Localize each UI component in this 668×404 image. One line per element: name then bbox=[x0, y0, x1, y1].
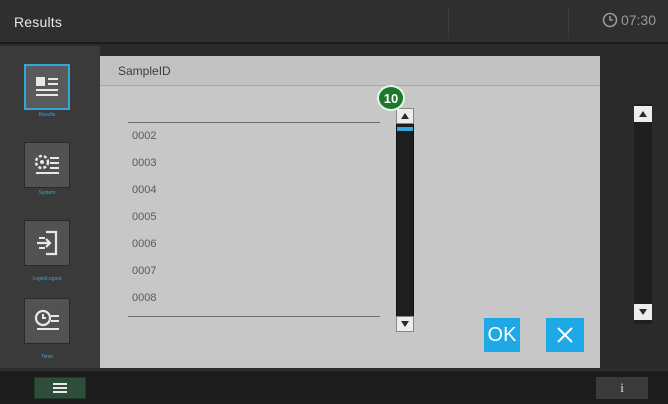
list-bottom-rule bbox=[128, 316, 380, 317]
menu-button[interactable] bbox=[34, 377, 86, 399]
triangle-up-icon bbox=[401, 113, 409, 119]
list-scroll-up-button[interactable] bbox=[396, 108, 414, 124]
menu-icon bbox=[53, 383, 67, 393]
page-scroll-up-button[interactable] bbox=[634, 106, 652, 122]
sidebar-item-system[interactable]: System bbox=[24, 142, 70, 196]
close-icon bbox=[557, 327, 573, 343]
sidebar-label-login-logout: Login/Logout bbox=[32, 276, 62, 282]
page-scroll-down-button[interactable] bbox=[634, 304, 652, 320]
sidebar-item-timer[interactable]: Timer bbox=[24, 298, 70, 360]
clock-icon bbox=[602, 12, 618, 28]
list-item[interactable]: 0008 bbox=[132, 292, 156, 304]
sidebar-label-system: System bbox=[38, 190, 56, 196]
results-list-icon bbox=[36, 77, 58, 96]
list-scrollbar-thumb[interactable] bbox=[397, 127, 413, 131]
cancel-button[interactable] bbox=[546, 318, 584, 352]
sidebar-button-results[interactable] bbox=[24, 64, 70, 110]
list-top-rule bbox=[128, 122, 380, 123]
sidebar-item-results[interactable]: Results bbox=[24, 64, 70, 118]
system-settings-icon bbox=[34, 154, 59, 174]
clock-time: 07:30 bbox=[620, 12, 656, 28]
sidebar: Results System Login/Logout Timer bbox=[0, 46, 100, 368]
window-title: Results bbox=[14, 14, 63, 30]
triangle-down-icon bbox=[401, 321, 409, 327]
sidebar-item-login-logout[interactable]: Login/Logout bbox=[24, 220, 70, 282]
sidebar-button-login-logout[interactable] bbox=[24, 220, 70, 266]
list-item[interactable]: 0007 bbox=[132, 265, 156, 277]
triangle-up-icon bbox=[639, 111, 647, 117]
sidebar-label-timer: Timer bbox=[40, 354, 54, 360]
sampleid-dialog: SampleID 0002 0003 0004 0005 0006 0007 0… bbox=[100, 56, 600, 368]
info-button[interactable]: i bbox=[596, 377, 648, 399]
callout-badge: 10 bbox=[377, 85, 405, 111]
list-item[interactable]: 0002 bbox=[132, 130, 156, 142]
title-divider bbox=[448, 6, 449, 38]
ok-button[interactable]: OK bbox=[484, 318, 520, 352]
dialog-header: SampleID bbox=[100, 56, 600, 86]
title-divider bbox=[568, 6, 569, 38]
dialog-title: SampleID bbox=[118, 64, 171, 78]
triangle-down-icon bbox=[639, 309, 647, 315]
timer-list-icon bbox=[34, 309, 59, 330]
title-bar: Results 07:30 bbox=[0, 0, 668, 44]
list-item[interactable]: 0003 bbox=[132, 157, 156, 169]
sidebar-button-timer[interactable] bbox=[24, 298, 70, 344]
sidebar-label-results: Results bbox=[38, 112, 56, 118]
list-item[interactable]: 0005 bbox=[132, 211, 156, 223]
clock: 07:30 bbox=[602, 12, 656, 28]
login-logout-icon bbox=[37, 230, 58, 256]
screen: Results 07:30 Results System Login/Logou… bbox=[0, 0, 668, 404]
sidebar-button-system[interactable] bbox=[24, 142, 70, 188]
list-scroll-down-button[interactable] bbox=[396, 316, 414, 332]
list-item[interactable]: 0006 bbox=[132, 238, 156, 250]
list-item[interactable]: 0004 bbox=[132, 184, 156, 196]
bottom-bar: i bbox=[0, 370, 668, 404]
list-scrollbar[interactable] bbox=[396, 110, 414, 332]
page-scrollbar[interactable] bbox=[634, 104, 652, 324]
